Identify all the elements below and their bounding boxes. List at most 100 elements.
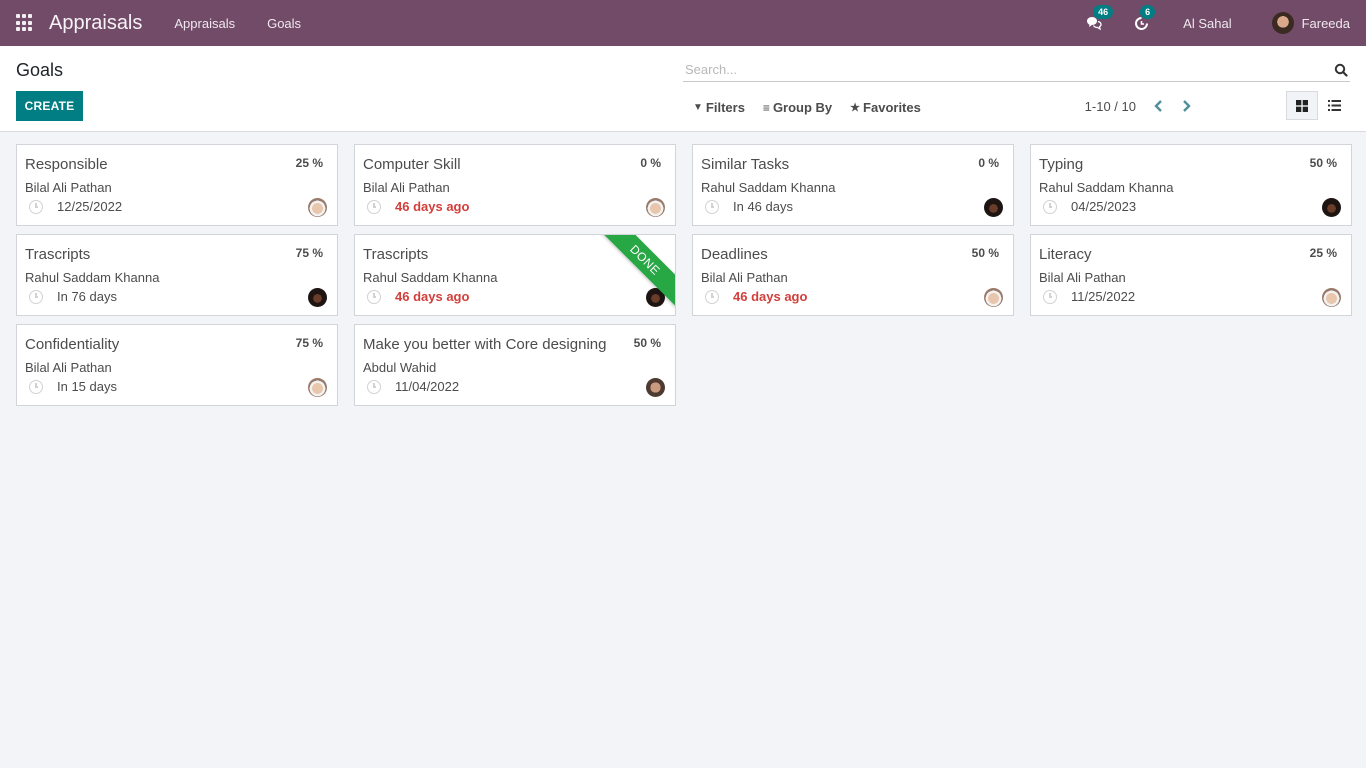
messages-button[interactable]: 46 — [1084, 5, 1114, 33]
goal-card[interactable]: Literacy 25 % Bilal Ali Pathan 11/25/202… — [1030, 234, 1352, 316]
goal-progress: 25 % — [295, 156, 323, 170]
th-large-icon — [1296, 99, 1308, 112]
page-title: Goals — [16, 60, 64, 80]
deadline-text: 46 days ago — [395, 289, 470, 304]
goal-title: Confidentiality — [25, 336, 120, 353]
control-panel: Goals CREATE ▼ Filters ≡ Group By ★ Favo… — [0, 46, 1366, 132]
search-options: ▼ Filters ≡ Group By ★ Favorites — [693, 100, 939, 115]
clock-icon — [705, 199, 719, 214]
pager-value[interactable]: 1-10 / 10 — [1085, 99, 1136, 114]
company-switcher[interactable]: Al Sahal — [1183, 16, 1231, 31]
group-by-button[interactable]: ≡ Group By — [763, 100, 832, 115]
goal-card[interactable]: Typing 50 % Rahul Saddam Khanna 04/25/20… — [1030, 144, 1352, 226]
deadline-text: In 46 days — [733, 199, 793, 214]
goal-deadline: 46 days ago — [367, 199, 469, 214]
goal-card[interactable]: Trascripts Rahul Saddam Khanna 46 days a… — [354, 234, 676, 316]
pager: 1-10 / 10 — [1085, 98, 1206, 114]
employee-avatar[interactable] — [1322, 288, 1341, 307]
chevron-left-icon — [1153, 100, 1162, 112]
employee-avatar[interactable] — [308, 378, 327, 397]
employee-avatar[interactable] — [308, 198, 327, 217]
goal-employee: Bilal Ali Pathan — [363, 180, 450, 195]
goal-progress: 50 % — [633, 336, 661, 350]
search-icon[interactable] — [1334, 63, 1348, 77]
goal-progress: 50 % — [971, 246, 999, 260]
goal-title: Similar Tasks — [701, 156, 790, 173]
goal-deadline: 11/04/2022 — [367, 379, 459, 394]
employee-avatar[interactable] — [646, 378, 665, 397]
goal-employee: Bilal Ali Pathan — [25, 180, 112, 195]
favorites-button[interactable]: ★ Favorites — [850, 100, 921, 115]
list-view-button[interactable] — [1318, 91, 1350, 120]
goal-deadline: 12/25/2022 — [29, 199, 122, 214]
goal-employee: Rahul Saddam Khanna — [363, 270, 498, 285]
goal-deadline: 46 days ago — [367, 289, 469, 304]
deadline-text: 11/04/2022 — [395, 379, 460, 394]
goal-deadline: In 76 days — [29, 289, 117, 304]
deadline-text: 11/25/2022 — [1071, 289, 1136, 304]
goal-title: Trascripts — [363, 246, 429, 263]
activities-count-badge: 6 — [1140, 5, 1156, 19]
clock-icon — [29, 379, 43, 394]
deadline-text: 46 days ago — [733, 289, 808, 304]
goal-title: Trascripts — [25, 246, 91, 263]
goal-employee: Bilal Ali Pathan — [1039, 270, 1126, 285]
deadline-text: 12/25/2022 — [57, 199, 123, 214]
goal-progress: 75 % — [295, 336, 323, 350]
clock-icon — [367, 199, 381, 214]
create-button[interactable]: CREATE — [16, 91, 83, 121]
goal-card[interactable]: Similar Tasks 0 % Rahul Saddam Khanna In… — [692, 144, 1014, 226]
goal-progress: 25 % — [1309, 246, 1337, 260]
filter-icon: ▼ — [693, 102, 703, 113]
employee-avatar[interactable] — [1322, 198, 1341, 217]
employee-avatar[interactable] — [646, 198, 665, 217]
kanban-view-button[interactable] — [1286, 91, 1318, 120]
bars-icon: ≡ — [762, 100, 770, 115]
pager-next-button[interactable] — [1178, 98, 1194, 114]
goal-title: Typing — [1039, 156, 1084, 173]
employee-avatar[interactable] — [984, 288, 1003, 307]
goal-title: Deadlines — [701, 246, 768, 263]
goal-title: Responsible — [25, 156, 108, 173]
goal-title: Computer Skill — [363, 156, 461, 173]
goal-employee: Bilal Ali Pathan — [25, 360, 112, 375]
user-menu[interactable]: Fareeda — [1271, 12, 1350, 34]
kanban-view: Responsible 25 % Bilal Ali Pathan 12/25/… — [16, 144, 1352, 406]
clock-icon — [705, 289, 719, 304]
deadline-text: In 76 days — [57, 289, 117, 304]
goal-card[interactable]: Responsible 25 % Bilal Ali Pathan 12/25/… — [16, 144, 338, 226]
goal-title: Make you better with Core designing — [363, 336, 607, 353]
menu-item-goals[interactable]: Goals — [267, 16, 301, 31]
goal-progress: 0 % — [978, 156, 999, 170]
pager-previous-button[interactable] — [1150, 98, 1166, 114]
app-name[interactable]: Appraisals — [49, 12, 142, 35]
deadline-text: In 15 days — [57, 379, 117, 394]
activities-button[interactable]: 6 — [1131, 5, 1156, 33]
apps-menu-icon[interactable] — [16, 14, 34, 32]
goal-progress: 50 % — [1309, 156, 1337, 170]
goal-deadline: In 15 days — [29, 379, 117, 394]
top-navbar: Appraisals Appraisals Goals 46 6 Al Saha… — [0, 0, 1366, 46]
goal-card[interactable]: Deadlines 50 % Bilal Ali Pathan 46 days … — [692, 234, 1014, 316]
menu-item-appraisals[interactable]: Appraisals — [174, 16, 235, 31]
goal-card[interactable]: Make you better with Core designing 50 %… — [354, 324, 676, 406]
deadline-text: 46 days ago — [395, 199, 470, 214]
clock-icon — [367, 289, 381, 304]
goal-card[interactable]: Trascripts 75 % Rahul Saddam Khanna In 7… — [16, 234, 338, 316]
goal-card[interactable]: Computer Skill 0 % Bilal Ali Pathan 46 d… — [354, 144, 676, 226]
main-menu: Appraisals Goals — [174, 16, 333, 31]
goal-card[interactable]: Confidentiality 75 % Bilal Ali Pathan In… — [16, 324, 338, 406]
goal-employee: Rahul Saddam Khanna — [25, 270, 160, 285]
employee-avatar[interactable] — [984, 198, 1003, 217]
list-icon — [1327, 100, 1341, 111]
clock-icon — [1043, 199, 1057, 214]
goal-employee: Abdul Wahid — [363, 360, 437, 375]
filters-button[interactable]: ▼ Filters — [693, 100, 745, 115]
deadline-text: 04/25/2023 — [1071, 199, 1137, 214]
filters-label: Filters — [705, 100, 745, 115]
goal-employee: Rahul Saddam Khanna — [701, 180, 836, 195]
employee-avatar[interactable] — [308, 288, 327, 307]
favorites-label: Favorites — [863, 100, 921, 115]
search-input[interactable] — [683, 62, 1334, 77]
clock-icon — [29, 199, 43, 214]
